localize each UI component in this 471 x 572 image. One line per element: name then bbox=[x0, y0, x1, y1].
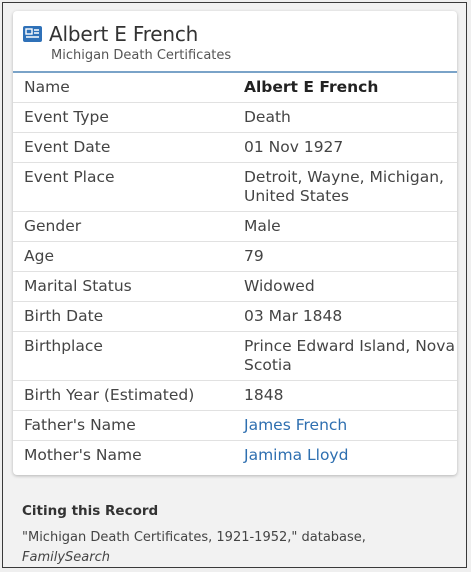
mother-name-link[interactable]: Jamima Lloyd bbox=[234, 441, 457, 471]
fact-label: Age bbox=[13, 241, 234, 272]
fact-label: Birth Date bbox=[13, 301, 234, 332]
fact-label: Father's Name bbox=[13, 410, 234, 441]
fact-row-name: Name Albert E French bbox=[13, 73, 457, 103]
citing-title: Citing this Record bbox=[22, 503, 159, 519]
fact-label: Gender bbox=[13, 211, 234, 242]
record-title: Albert E French bbox=[49, 22, 199, 46]
fact-value: Widowed bbox=[234, 271, 457, 302]
fact-value: 03 Mar 1848 bbox=[234, 301, 457, 332]
fact-label: Mother's Name bbox=[24, 446, 142, 464]
screenshot-frame: Albert E French Michigan Death Certifica… bbox=[2, 2, 467, 568]
fact-label: Birthplace bbox=[13, 331, 234, 381]
father-name-link[interactable]: James French bbox=[234, 410, 457, 441]
citing-section: Citing this Record "Michigan Death Certi… bbox=[22, 503, 452, 568]
fact-row-father: Father's Name James French bbox=[13, 410, 457, 441]
fact-row-event-place: Event Place Detroit, Wayne, Michigan, Un… bbox=[13, 162, 457, 212]
fact-label: Name bbox=[13, 73, 234, 103]
record-header: Albert E French Michigan Death Certifica… bbox=[13, 11, 457, 73]
record-card-icon bbox=[23, 26, 42, 42]
record-card: Albert E French Michigan Death Certifica… bbox=[13, 11, 457, 475]
fact-row-event-date: Event Date 01 Nov 1927 bbox=[13, 132, 457, 163]
fact-row-marital-status: Marital Status Widowed bbox=[13, 271, 457, 302]
fact-value: 01 Nov 1927 bbox=[234, 132, 457, 163]
facts-table: Name Albert E French Event Type Death Ev… bbox=[13, 73, 457, 470]
fact-row-mother: Mother's Name Jamima Lloyd bbox=[13, 441, 457, 471]
fact-label: Event Type bbox=[13, 102, 234, 133]
fact-label: Marital Status bbox=[13, 271, 234, 302]
citation-body: "Michigan Death Certificates, 1921-1952,… bbox=[22, 530, 366, 545]
fact-row-birth-date: Birth Date 03 Mar 1848 bbox=[13, 301, 457, 332]
fact-label: Event Place bbox=[13, 162, 234, 212]
fact-label: Birth Year (Estimated) bbox=[13, 380, 234, 411]
fact-value: Detroit, Wayne, Michigan, United States bbox=[234, 162, 457, 212]
collection-name: Michigan Death Certificates bbox=[51, 48, 232, 63]
fact-value: 79 bbox=[234, 241, 457, 272]
fact-row-event-type: Event Type Death bbox=[13, 102, 457, 133]
title-row: Albert E French bbox=[23, 21, 447, 47]
fact-row-birth-year: Birth Year (Estimated) 1848 bbox=[13, 380, 457, 411]
fact-value: Albert E French bbox=[234, 73, 457, 103]
fact-row-age: Age 79 bbox=[13, 241, 457, 272]
fact-value: Male bbox=[234, 211, 457, 242]
fact-row-birthplace: Birthplace Prince Edward Island, Nova Sc… bbox=[13, 331, 457, 381]
citation-source: FamilySearch bbox=[22, 550, 110, 565]
fact-value: 1848 bbox=[234, 380, 457, 411]
fact-label: Event Date bbox=[13, 132, 234, 163]
fact-value: Prince Edward Island, Nova Scotia bbox=[234, 331, 457, 381]
fact-row-gender: Gender Male bbox=[13, 211, 457, 242]
fact-value: Death bbox=[234, 102, 457, 133]
citation-text: "Michigan Death Certificates, 1921-1952,… bbox=[22, 528, 452, 568]
